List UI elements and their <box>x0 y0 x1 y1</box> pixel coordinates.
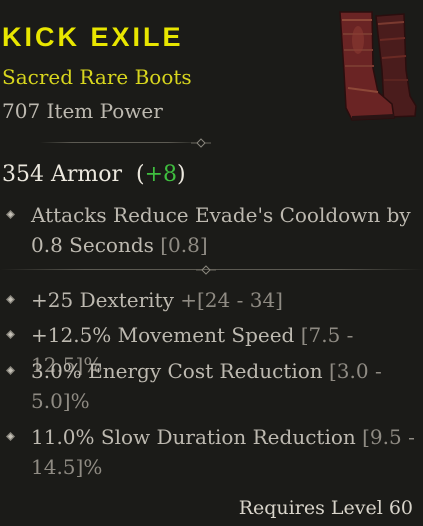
affix-range: [3.0 - <box>329 359 382 383</box>
item-type: Sacred Rare Boots <box>2 65 192 89</box>
affix-range-cont: 5.0]% <box>31 389 90 413</box>
section-divider <box>0 138 230 148</box>
item-tooltip: KICK EXILE Sacred Rare Boots 707 Item Po… <box>0 0 423 526</box>
section-divider <box>0 265 423 275</box>
divider-ornament-icon <box>191 138 211 148</box>
divider-ornament-icon <box>196 265 216 275</box>
affix-text: +25 Dexterity <box>31 288 174 312</box>
affix-text: +12.5% Movement Speed <box>31 323 295 347</box>
diamond-bullet-icon <box>6 432 15 441</box>
diamond-bullet-icon <box>6 366 15 375</box>
implicit-affix-range: [0.8] <box>160 233 208 257</box>
implicit-affix-value: 0.8 Seconds <box>31 233 154 257</box>
armor-delta: +8 <box>144 162 178 187</box>
affix-range: [9.5 - <box>362 425 415 449</box>
diamond-bullet-icon <box>6 330 15 339</box>
affix-text: 3.0% Energy Cost Reduction <box>31 359 323 383</box>
armor-paren-close: ) <box>177 162 186 187</box>
armor-paren-open: ( <box>136 162 145 187</box>
affix-row: 3.0% Energy Cost Reduction [3.0 - 5.0]% <box>0 356 423 416</box>
item-name: KICK EXILE <box>2 22 184 52</box>
affix-row: +25 Dexterity +[24 - 34] <box>0 285 423 315</box>
required-level: Requires Level 60 <box>238 497 413 519</box>
implicit-affix-line1: Attacks Reduce Evade's Cooldown by <box>31 203 411 227</box>
affix-range: +[24 - 34] <box>180 288 283 312</box>
armor-stat: 354 Armor (+8) <box>2 160 186 190</box>
affix-range-cont: 14.5]% <box>31 455 103 479</box>
affix-row: 11.0% Slow Duration Reduction [9.5 - 14.… <box>0 422 423 482</box>
diamond-bullet-icon <box>6 210 15 219</box>
armor-value: 354 Armor <box>2 162 123 187</box>
affix-text: 11.0% Slow Duration Reduction <box>31 425 356 449</box>
item-power: 707 Item Power <box>2 99 163 123</box>
boots-icon <box>339 11 417 121</box>
implicit-affix: Attacks Reduce Evade's Cooldown by 0.8 S… <box>0 200 423 262</box>
diamond-bullet-icon <box>6 295 15 304</box>
affix-row: +12.5% Movement Speed [7.5 - 12.5]% <box>0 320 423 377</box>
